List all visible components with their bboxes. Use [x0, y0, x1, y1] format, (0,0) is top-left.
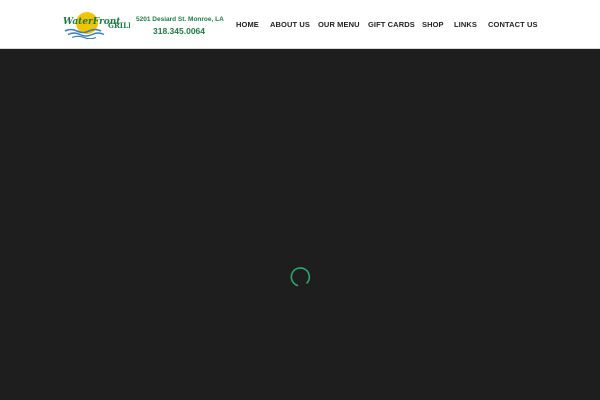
site-logo[interactable]: WaterFront GRILL [62, 9, 130, 39]
contact-info: 5201 Desiard St. Monroe, LA 318.345.0064 [136, 15, 224, 37]
sun-over-water-logo-icon: WaterFront GRILL [63, 12, 130, 39]
nav-item-contact-us[interactable]: CONTACT US [488, 19, 538, 31]
nav-item-gift-cards[interactable]: GIFT CARDS [368, 19, 415, 31]
svg-text:GRILL: GRILL [108, 21, 130, 30]
nav-item-links[interactable]: LINKS [454, 19, 477, 31]
nav-item-home[interactable]: HOME [236, 19, 259, 31]
nav-item-shop[interactable]: SHOP [422, 19, 444, 31]
phone-number[interactable]: 318.345.0064 [136, 26, 222, 37]
nav-item-about-us[interactable]: ABOUT US [270, 19, 310, 31]
address-text: 5201 Desiard St. Monroe, LA [136, 16, 224, 23]
nav-item-our-menu[interactable]: OUR MENU [318, 19, 360, 31]
loading-spinner-icon [288, 265, 312, 289]
main-content [0, 50, 600, 400]
site-header: WaterFront GRILL 5201 Desiard St. Monroe… [0, 0, 600, 49]
